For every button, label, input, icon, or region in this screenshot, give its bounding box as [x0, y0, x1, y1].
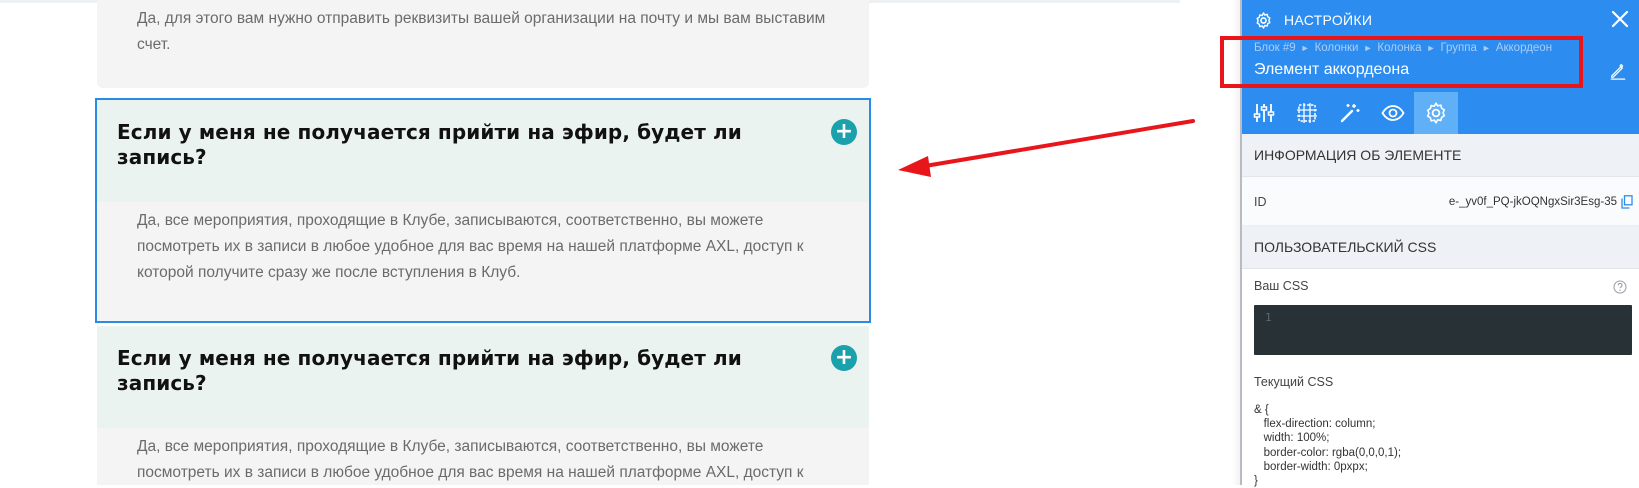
current-css-code: & { flex-direction: column; width: 100%;… — [1254, 404, 1402, 488]
breadcrumb-item[interactable]: Колонка — [1377, 42, 1421, 54]
your-css-row: Ваш CSS — [1242, 269, 1639, 297]
panel-tabs — [1242, 92, 1639, 134]
eye-icon — [1381, 105, 1405, 121]
edit-pencil-icon[interactable] — [1609, 62, 1627, 80]
close-icon[interactable] — [1609, 8, 1631, 30]
tab-layout[interactable] — [1285, 92, 1329, 134]
gear-icon — [1256, 12, 1271, 29]
breadcrumb-item[interactable]: Аккордеон — [1496, 42, 1552, 54]
gear-icon — [1426, 102, 1446, 124]
element-id-row: ID e-_yv0f_PQ-jkOQNgxSir3Esg-35 — [1242, 177, 1639, 226]
accordion-answer: Да, все мероприятия, проходящие в Клубе,… — [137, 212, 804, 281]
breadcrumb-separator: ► — [1363, 43, 1373, 53]
breadcrumb-item[interactable]: Колонки — [1315, 42, 1359, 54]
accordion-answer: Да, все мероприятия, проходящие в Клубе,… — [137, 438, 804, 481]
panel-titlebar: НАСТРОЙКИ — [1242, 0, 1639, 40]
tab-settings-sliders[interactable] — [1242, 92, 1286, 134]
panel-title: НАСТРОЙКИ — [1284, 12, 1373, 28]
custom-css-heading[interactable]: ПОЛЬЗОВАТЕЛЬСКИЙ CSS — [1242, 226, 1639, 269]
breadcrumb-item[interactable]: Группа — [1440, 42, 1476, 54]
editor-line-number: 1 — [1265, 311, 1272, 324]
accordion-item[interactable]: Если у меня не получается прийти на эфир… — [97, 326, 869, 485]
id-label: ID — [1254, 195, 1267, 209]
sliders-icon — [1253, 104, 1275, 122]
accordion-body: Да, все мероприятия, проходящие в Клубе,… — [97, 428, 869, 485]
page-canvas: Да, для этого вам нужно отправить реквиз… — [0, 0, 1180, 485]
breadcrumb-separator: ► — [1300, 43, 1310, 53]
expand-toggle-icon[interactable]: + — [831, 119, 857, 145]
tab-advanced[interactable] — [1414, 92, 1458, 134]
accordion-body: Да, все мероприятия, проходящие в Клубе,… — [97, 202, 869, 286]
panel-header: НАСТРОЙКИ Блок #9 ► Колонки ► Колонка ► Группа… — [1220, 0, 1639, 134]
accordion-item-previous: Да, для этого вам нужно отправить реквиз… — [97, 0, 869, 88]
tab-effects[interactable] — [1328, 92, 1372, 134]
breadcrumb-separator: ► — [1426, 43, 1436, 53]
accordion-item-selected[interactable]: Если у меня не получается прийти на эфир… — [95, 98, 871, 323]
expand-toggle-icon[interactable]: + — [831, 345, 857, 371]
accordion-question: Если у меня не получается прийти на эфир… — [117, 120, 742, 169]
help-icon[interactable] — [1613, 280, 1627, 294]
element-name: Элемент аккордеона — [1254, 61, 1410, 78]
settings-panel: НАСТРОЙКИ Блок #9 ► Колонки ► Колонка ► Группа… — [1220, 0, 1639, 488]
info-section-heading[interactable]: ИНФОРМАЦИЯ ОБ ЭЛЕМЕНТЕ — [1242, 134, 1639, 177]
accordion-answer: Да, для этого вам нужно отправить реквиз… — [137, 10, 826, 53]
copy-icon[interactable] — [1621, 195, 1633, 209]
breadcrumb: Блок #9 ► Колонки ► Колонка ► Группа ► Аккордеон — [1254, 42, 1552, 54]
id-value[interactable]: e-_yv0f_PQ-jkOQNgxSir3Esg-35 — [1449, 196, 1617, 208]
custom-css-editor[interactable]: 1 — [1254, 305, 1632, 355]
current-css-label: Текущий CSS — [1254, 375, 1334, 389]
breadcrumb-item[interactable]: Блок #9 — [1254, 42, 1296, 54]
accordion-question: Если у меня не получается прийти на эфир… — [117, 346, 742, 395]
layout-grid-icon — [1297, 103, 1317, 123]
accordion-header[interactable]: Если у меня не получается прийти на эфир… — [97, 326, 869, 428]
accordion-header[interactable]: Если у меня не получается прийти на эфир… — [97, 100, 869, 202]
your-css-label: Ваш CSS — [1254, 279, 1309, 293]
breadcrumb-separator: ► — [1481, 43, 1491, 53]
tab-visibility[interactable] — [1371, 92, 1415, 134]
magic-wand-icon — [1340, 104, 1360, 123]
